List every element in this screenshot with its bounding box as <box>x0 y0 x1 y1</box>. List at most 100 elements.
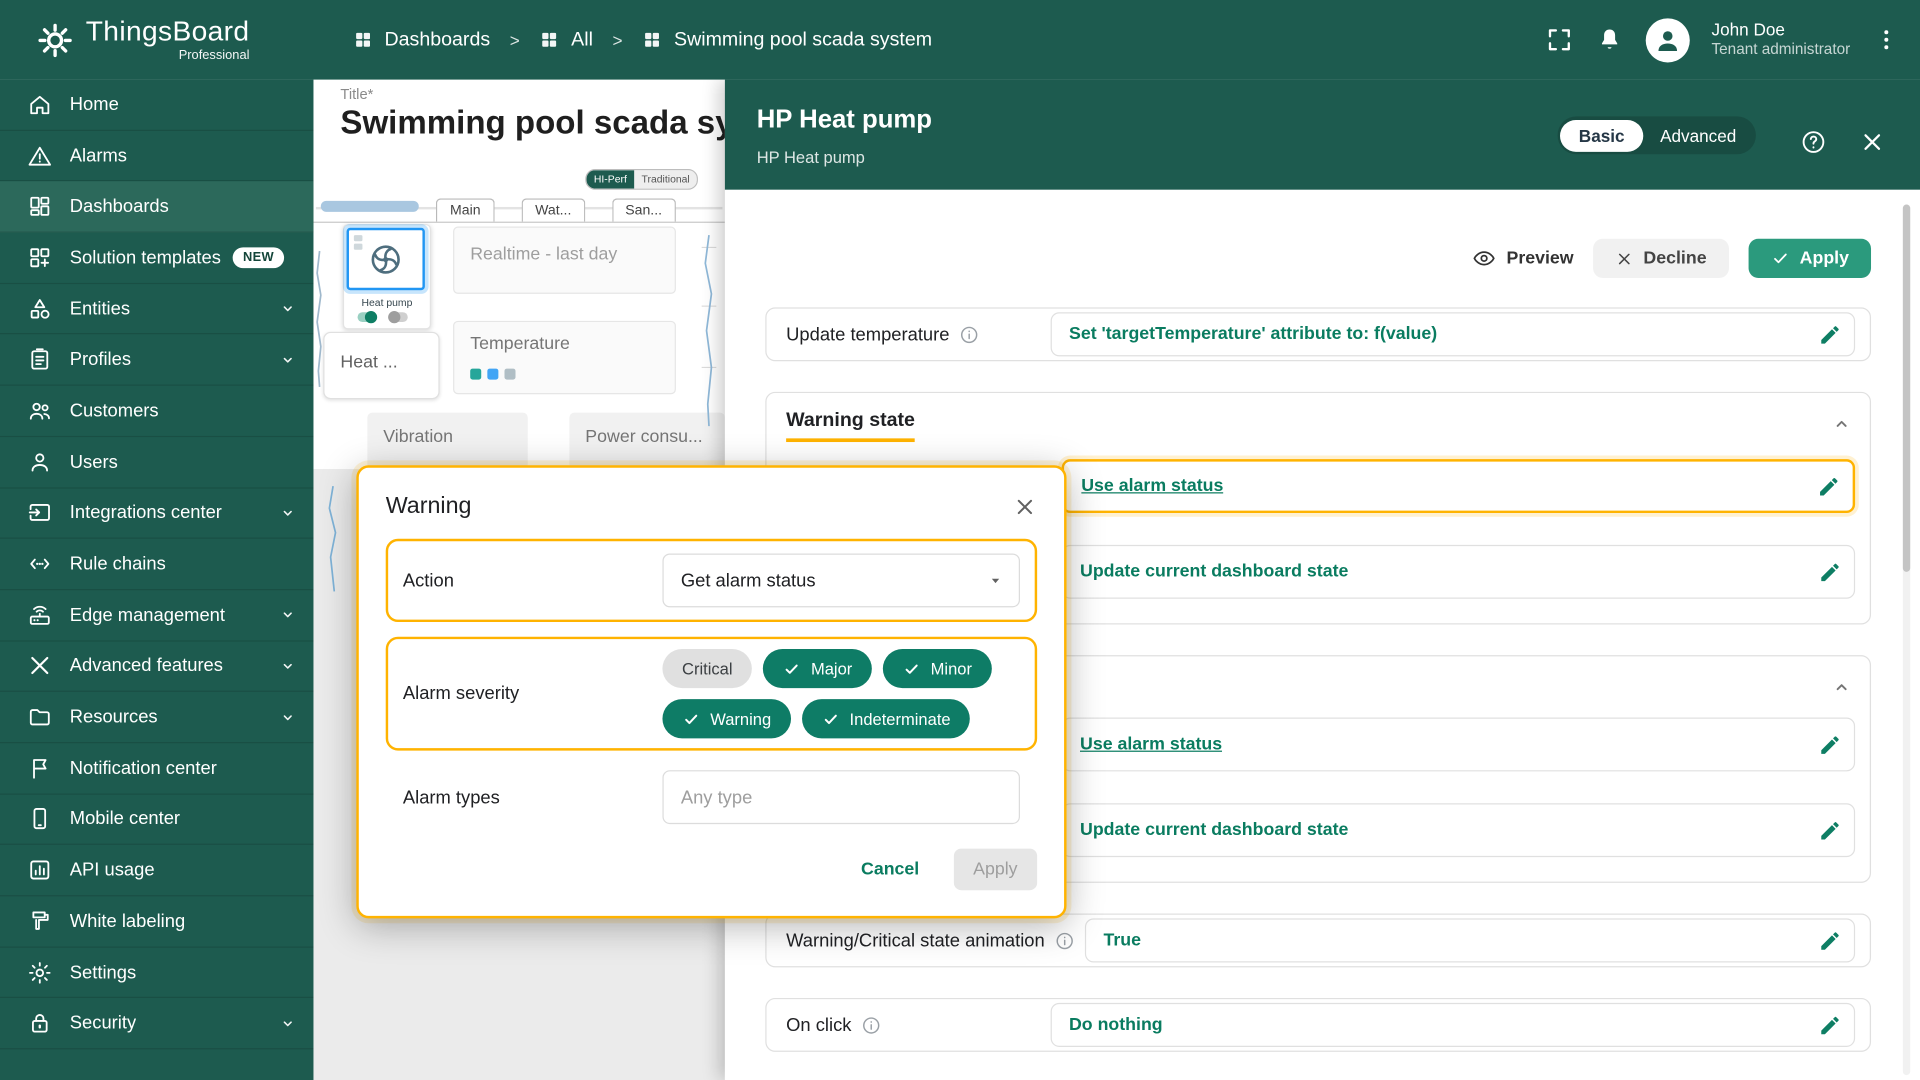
advanced-tab[interactable]: Advanced <box>1643 119 1754 151</box>
sidebar-item-profiles[interactable]: Profiles <box>0 335 313 386</box>
check-icon <box>783 659 801 677</box>
top-header: ThingsBoard Professional Dashboards>All>… <box>0 0 1920 80</box>
animation-value[interactable]: True <box>1085 918 1855 962</box>
heat-pump-widget[interactable]: Heat pump <box>343 224 431 329</box>
user-menu[interactable]: John Doe Tenant administrator <box>1712 20 1851 61</box>
breadcrumb-item-dashboards[interactable]: Dashboards <box>353 29 490 51</box>
second-action-value[interactable]: Use alarm status <box>1062 718 1855 772</box>
edit-pencil-icon[interactable] <box>1818 819 1841 842</box>
warning-state-header: Warning state <box>786 410 1855 442</box>
widget-realtime[interactable]: Realtime - last day <box>453 227 676 294</box>
toggle-on[interactable] <box>358 312 378 322</box>
severity-chip-indeterminate[interactable]: Indeterminate <box>802 699 970 738</box>
sidebar-item-edge-management[interactable]: Edge management <box>0 590 313 641</box>
sidebar-item-integrations-center[interactable]: Integrations center <box>0 488 313 539</box>
sidebar-item-api-usage[interactable]: API usage <box>0 845 313 896</box>
cancel-button[interactable]: Cancel <box>861 860 919 880</box>
info-icon <box>1055 930 1076 951</box>
notifications-bell-icon[interactable] <box>1595 26 1623 54</box>
breadcrumb-item-all[interactable]: All <box>539 29 593 51</box>
performance-mode-toggle[interactable]: HI-Perf Traditional <box>585 169 698 189</box>
sidebar-item-users[interactable]: Users <box>0 437 313 488</box>
collapse-chevron-icon[interactable] <box>1828 410 1855 437</box>
dialog-apply-button[interactable]: Apply <box>954 849 1038 891</box>
action-select[interactable]: Get alarm status <box>662 553 1020 607</box>
fullscreen-icon[interactable] <box>1545 26 1573 54</box>
sidebar-item-label: API usage <box>70 860 155 881</box>
apply-button[interactable]: Apply <box>1748 239 1871 278</box>
panel-close-icon[interactable] <box>1859 129 1886 156</box>
sidebar-item-security[interactable]: Security <box>0 998 313 1049</box>
action-setting-group: Action Get alarm status <box>386 539 1037 622</box>
breadcrumb-item-swimming-pool-scada-system[interactable]: Swimming pool scada system <box>642 29 932 51</box>
decline-button[interactable]: Decline <box>1593 239 1728 278</box>
kebab-menu-icon[interactable] <box>1872 26 1900 54</box>
warning-action-text: Use alarm status <box>1081 476 1223 496</box>
toggle-off[interactable] <box>388 312 408 322</box>
sidebar-item-resources[interactable]: Resources <box>0 692 313 743</box>
warning-action-value[interactable]: Use alarm status <box>1062 459 1855 513</box>
sidebar-item-label: Rule chains <box>70 554 166 575</box>
canvas-tab-main[interactable]: Main <box>436 198 495 221</box>
warning-state-title: Warning state <box>786 410 915 442</box>
canvas-tab-wat[interactable]: Wat... <box>522 198 585 221</box>
white-labeling-icon <box>27 908 53 934</box>
preview-button[interactable]: Preview <box>1472 246 1573 270</box>
alarm-types-input[interactable] <box>662 770 1020 824</box>
panel-scrollbar[interactable] <box>1903 204 1910 1075</box>
canvas-scrollbar[interactable] <box>321 201 419 212</box>
update-temperature-value[interactable]: Set 'targetTemperature' attribute to: f(… <box>1051 312 1855 356</box>
breadcrumb-label: Dashboards <box>384 29 490 51</box>
edit-pencil-icon[interactable] <box>1818 323 1841 346</box>
breadcrumb-separator: > <box>613 30 623 50</box>
widget-heat[interactable]: Heat ... <box>323 332 439 399</box>
sidebar-item-notification-center[interactable]: Notification center <box>0 743 313 794</box>
severity-chip-critical[interactable]: Critical <box>662 649 752 688</box>
sidebar-item-label: Resources <box>70 707 158 728</box>
sidebar-item-customers[interactable]: Customers <box>0 386 313 437</box>
edit-pencil-icon[interactable] <box>1818 733 1841 756</box>
help-icon[interactable] <box>1800 129 1827 156</box>
sidebar-item-dashboards[interactable]: Dashboards <box>0 182 313 233</box>
sidebar-item-label: Customers <box>70 400 159 421</box>
basic-tab[interactable]: Basic <box>1560 119 1642 151</box>
severity-chip-warning[interactable]: Warning <box>662 699 790 738</box>
sidebar-item-mobile-center[interactable]: Mobile center <box>0 794 313 845</box>
sidebar-item-advanced-features[interactable]: Advanced features <box>0 641 313 692</box>
chevron-down-icon <box>277 349 299 371</box>
canvas-tab-san[interactable]: San... <box>612 198 676 221</box>
severity-chip-major[interactable]: Major <box>763 649 872 688</box>
collapse-chevron-icon[interactable] <box>1828 673 1855 700</box>
sidebar-item-home[interactable]: Home <box>0 80 313 131</box>
traditional-segment[interactable]: Traditional <box>634 170 697 188</box>
sidebar-item-alarms[interactable]: Alarms <box>0 131 313 182</box>
sidebar-item-rule-chains[interactable]: Rule chains <box>0 539 313 590</box>
panel-scrollbar-thumb[interactable] <box>1903 204 1910 571</box>
sidebar-item-entities[interactable]: Entities <box>0 284 313 335</box>
alarm-types-label: Alarm types <box>403 787 663 808</box>
warning-dashboard-state-value[interactable]: Update current dashboard state <box>1062 545 1855 599</box>
severity-chip-minor[interactable]: Minor <box>883 649 992 688</box>
hi-perf-segment[interactable]: HI-Perf <box>587 170 635 188</box>
decline-label: Decline <box>1643 249 1706 269</box>
sidebar-item-solution-templates[interactable]: Solution templatesNEW <box>0 233 313 284</box>
widget-realtime-label: Realtime - last day <box>470 245 617 265</box>
topbar-actions: John Doe Tenant administrator <box>1545 18 1920 62</box>
edit-pencil-icon[interactable] <box>1818 560 1841 583</box>
second-dashboard-state-value[interactable]: Update current dashboard state <box>1062 803 1855 857</box>
avatar[interactable] <box>1645 18 1689 62</box>
edit-pencil-icon[interactable] <box>1817 474 1840 497</box>
setting-row-animation: Warning/Critical state animation True <box>765 913 1871 967</box>
decline-x-icon <box>1615 249 1633 267</box>
sidebar-item-white-labeling[interactable]: White labeling <box>0 896 313 947</box>
edit-pencil-icon[interactable] <box>1818 929 1841 952</box>
dialog-close-icon[interactable] <box>1013 495 1037 519</box>
chevron-down-icon <box>277 298 299 320</box>
sidebar-item-settings[interactable]: Settings <box>0 947 313 998</box>
edit-pencil-icon[interactable] <box>1818 1013 1841 1036</box>
widget-vibration[interactable]: Vibration <box>367 413 527 469</box>
dashboards-grid-icon <box>353 29 374 50</box>
widget-temperature[interactable]: Temperature <box>453 321 676 394</box>
brand-logo[interactable]: ThingsBoard Professional <box>0 17 313 62</box>
on-click-value[interactable]: Do nothing <box>1051 1003 1855 1047</box>
